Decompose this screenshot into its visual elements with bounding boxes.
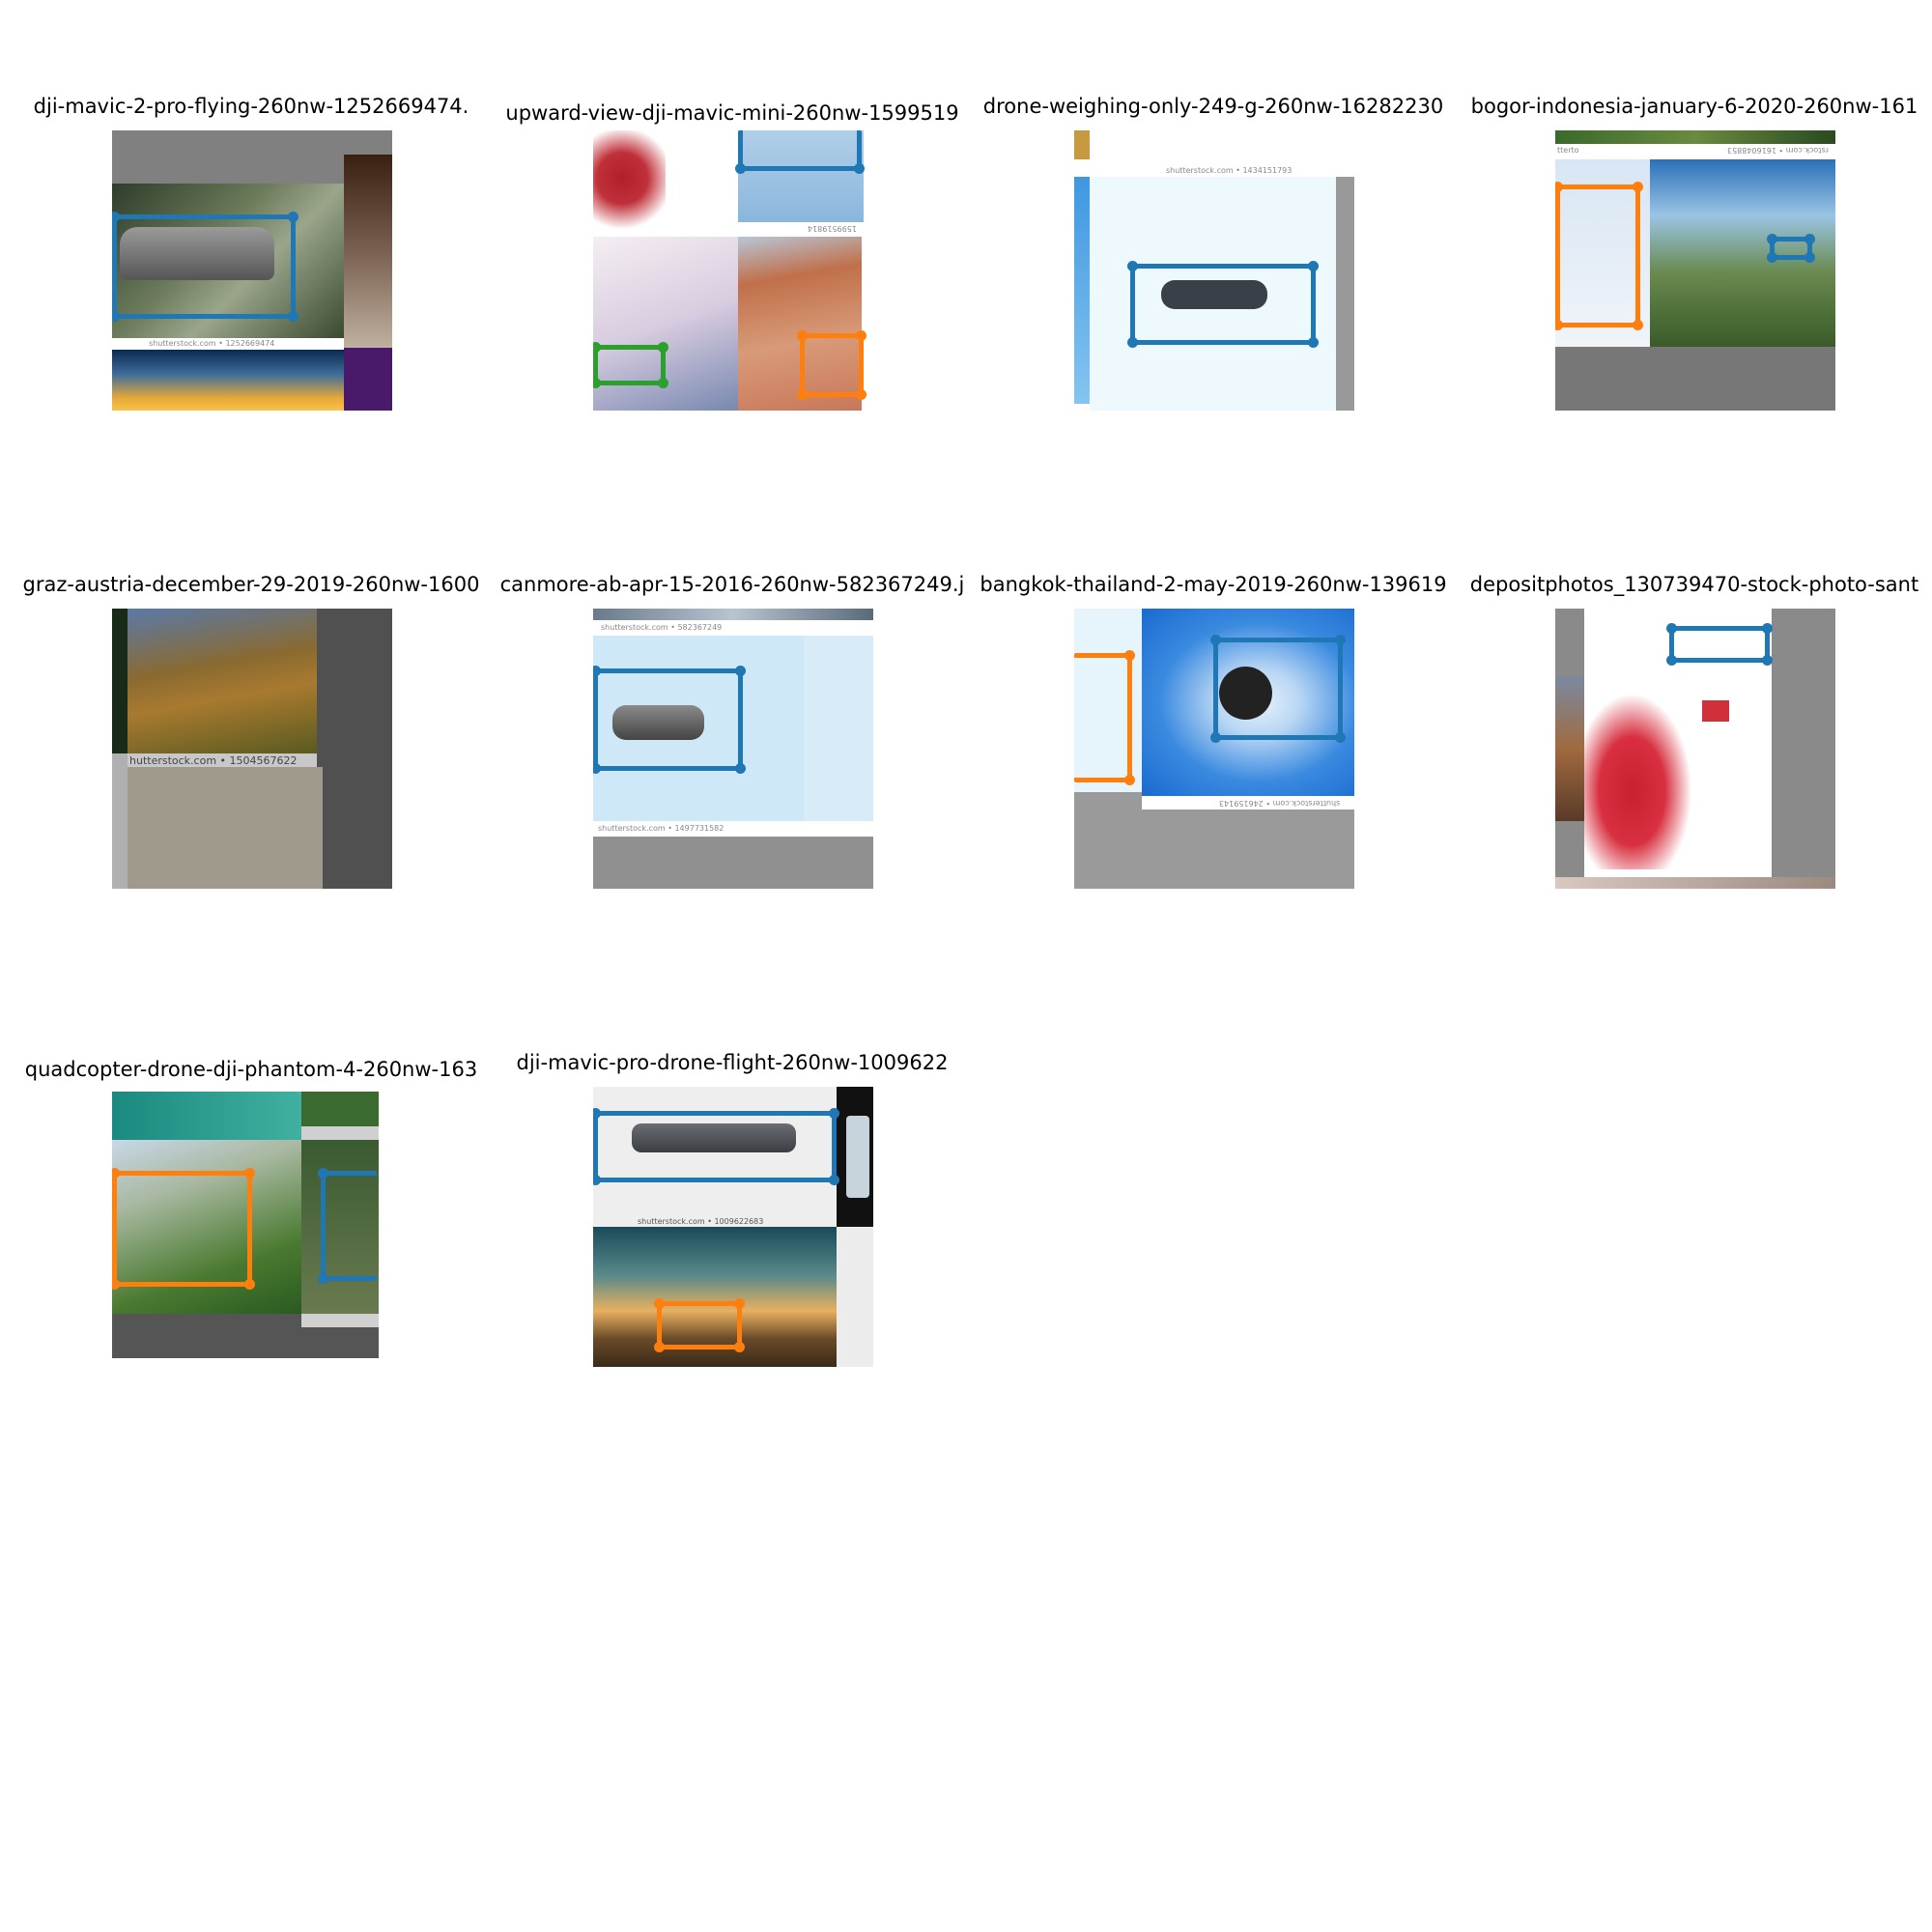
bounding-box xyxy=(1210,635,1346,743)
bounding-box xyxy=(1767,234,1815,263)
image-region xyxy=(112,753,128,889)
image-region xyxy=(1555,609,1584,676)
watermark: hutterstock.com • 1504567622 xyxy=(129,754,298,767)
image-region xyxy=(301,1126,379,1140)
panel-title: dji-mavic-2-pro-flying-260nw-1252669474. xyxy=(33,95,469,118)
image-region xyxy=(593,130,666,237)
watermark: shutterstock.com • 1252669474 xyxy=(149,339,275,348)
panel-title: bangkok-thailand-2-may-2019-260nw-139619 xyxy=(980,573,1447,596)
image-region xyxy=(344,348,392,411)
panel-title: dji-mavic-pro-drone-flight-260nw-1009622 xyxy=(516,1051,949,1074)
panel-5: graz-austria-december-29-2019-260nw-1600… xyxy=(10,570,493,1034)
image-region xyxy=(804,636,873,821)
panel-9: quadcopter-drone-dji-phantom-4-260nw-163 xyxy=(10,1055,493,1519)
image-region xyxy=(1074,177,1090,404)
image-region xyxy=(1555,877,1835,889)
bounding-box xyxy=(318,1168,377,1284)
panel-image: shutterstock.com • 1434151793 xyxy=(1074,130,1354,411)
image-region xyxy=(128,609,317,753)
panel-image: 1599519814 xyxy=(593,130,873,411)
image-region xyxy=(112,350,344,411)
panel-8: depositphotos_130739470-stock-photo-sant xyxy=(1453,570,1932,1034)
image-region xyxy=(112,1092,301,1140)
image-region xyxy=(301,1092,379,1126)
watermark: shutterstock.com • 1497731582 xyxy=(598,824,724,833)
bounding-box xyxy=(1127,261,1319,348)
image-region xyxy=(344,155,392,348)
image-region xyxy=(837,1227,873,1367)
watermark: 1599519814 xyxy=(808,224,857,233)
bounding-box xyxy=(735,130,865,174)
bounding-box xyxy=(593,342,668,388)
image-region xyxy=(112,609,128,753)
panel-image: shutterstock.com • 1252669474 xyxy=(112,130,392,411)
image-region xyxy=(128,767,323,889)
panel-title: quadcopter-drone-dji-phantom-4-260nw-163 xyxy=(24,1058,478,1081)
panel-title: depositphotos_130739470-stock-photo-sant xyxy=(1469,573,1919,596)
panel-10: dji-mavic-pro-drone-flight-260nw-1009622… xyxy=(491,1048,974,1512)
bounding-box xyxy=(112,212,298,322)
bounding-box xyxy=(593,1108,839,1185)
image-region xyxy=(1584,696,1690,869)
bounding-box xyxy=(112,1168,255,1290)
watermark: shutterstock.com • 1009622683 xyxy=(638,1217,764,1226)
panel-image: shutterstock.com • 1009622683 xyxy=(593,1087,873,1367)
panel-1: dji-mavic-2-pro-flying-260nw-1252669474.… xyxy=(10,92,493,555)
image-region xyxy=(1555,130,1835,144)
panel-3: drone-weighing-only-249-g-260nw-16282230… xyxy=(972,92,1455,555)
watermark: shutterstock.com • 582367249 xyxy=(601,623,723,632)
panel-image xyxy=(1555,609,1835,889)
panel-title: upward-view-dji-mavic-mini-260nw-1599519 xyxy=(505,101,959,125)
bounding-box xyxy=(654,1298,745,1352)
panel-image: hutterstock.com • 1504567622 xyxy=(112,609,392,889)
image-region xyxy=(1555,676,1584,821)
panel-image xyxy=(112,1092,379,1358)
panel-2: upward-view-dji-mavic-mini-260nw-1599519… xyxy=(491,99,974,562)
image-region xyxy=(1074,130,1090,159)
bounding-box xyxy=(797,330,867,400)
bounding-box xyxy=(1666,623,1773,666)
image-region xyxy=(846,1116,869,1198)
panel-title: canmore-ab-apr-15-2016-260nw-582367249.j xyxy=(499,573,965,596)
bounding-box xyxy=(593,666,746,774)
image-region xyxy=(1702,700,1729,722)
panel-title: bogor-indonesia-january-6-2020-260nw-161 xyxy=(1470,95,1918,118)
image-region xyxy=(593,609,873,620)
watermark: rstock.com • 1616048853 xyxy=(1727,146,1829,155)
watermark: shutterstock.com • 246159143 xyxy=(1219,799,1341,808)
panel-4: bogor-indonesia-january-6-2020-260nw-161… xyxy=(1453,92,1932,555)
panel-image: rstock.com • 1616048853 tterto xyxy=(1555,130,1835,411)
panel-image: shutterstock.com • 582367249 shutterstoc… xyxy=(593,609,873,889)
panel-7: bangkok-thailand-2-may-2019-260nw-139619… xyxy=(972,570,1455,1034)
bounding-box xyxy=(1074,650,1135,785)
watermark: tterto xyxy=(1557,146,1579,155)
image-region xyxy=(1336,177,1354,411)
panel-image: shutterstock.com • 246159143 xyxy=(1074,609,1354,889)
watermark: shutterstock.com • 1434151793 xyxy=(1166,166,1293,175)
panel-title: drone-weighing-only-249-g-260nw-16282230 xyxy=(982,95,1444,118)
image-region xyxy=(301,1314,379,1327)
bounding-box xyxy=(1555,182,1643,330)
panel-title: graz-austria-december-29-2019-260nw-1600 xyxy=(22,573,480,596)
panel-6: canmore-ab-apr-15-2016-260nw-582367249.j… xyxy=(491,570,974,1034)
